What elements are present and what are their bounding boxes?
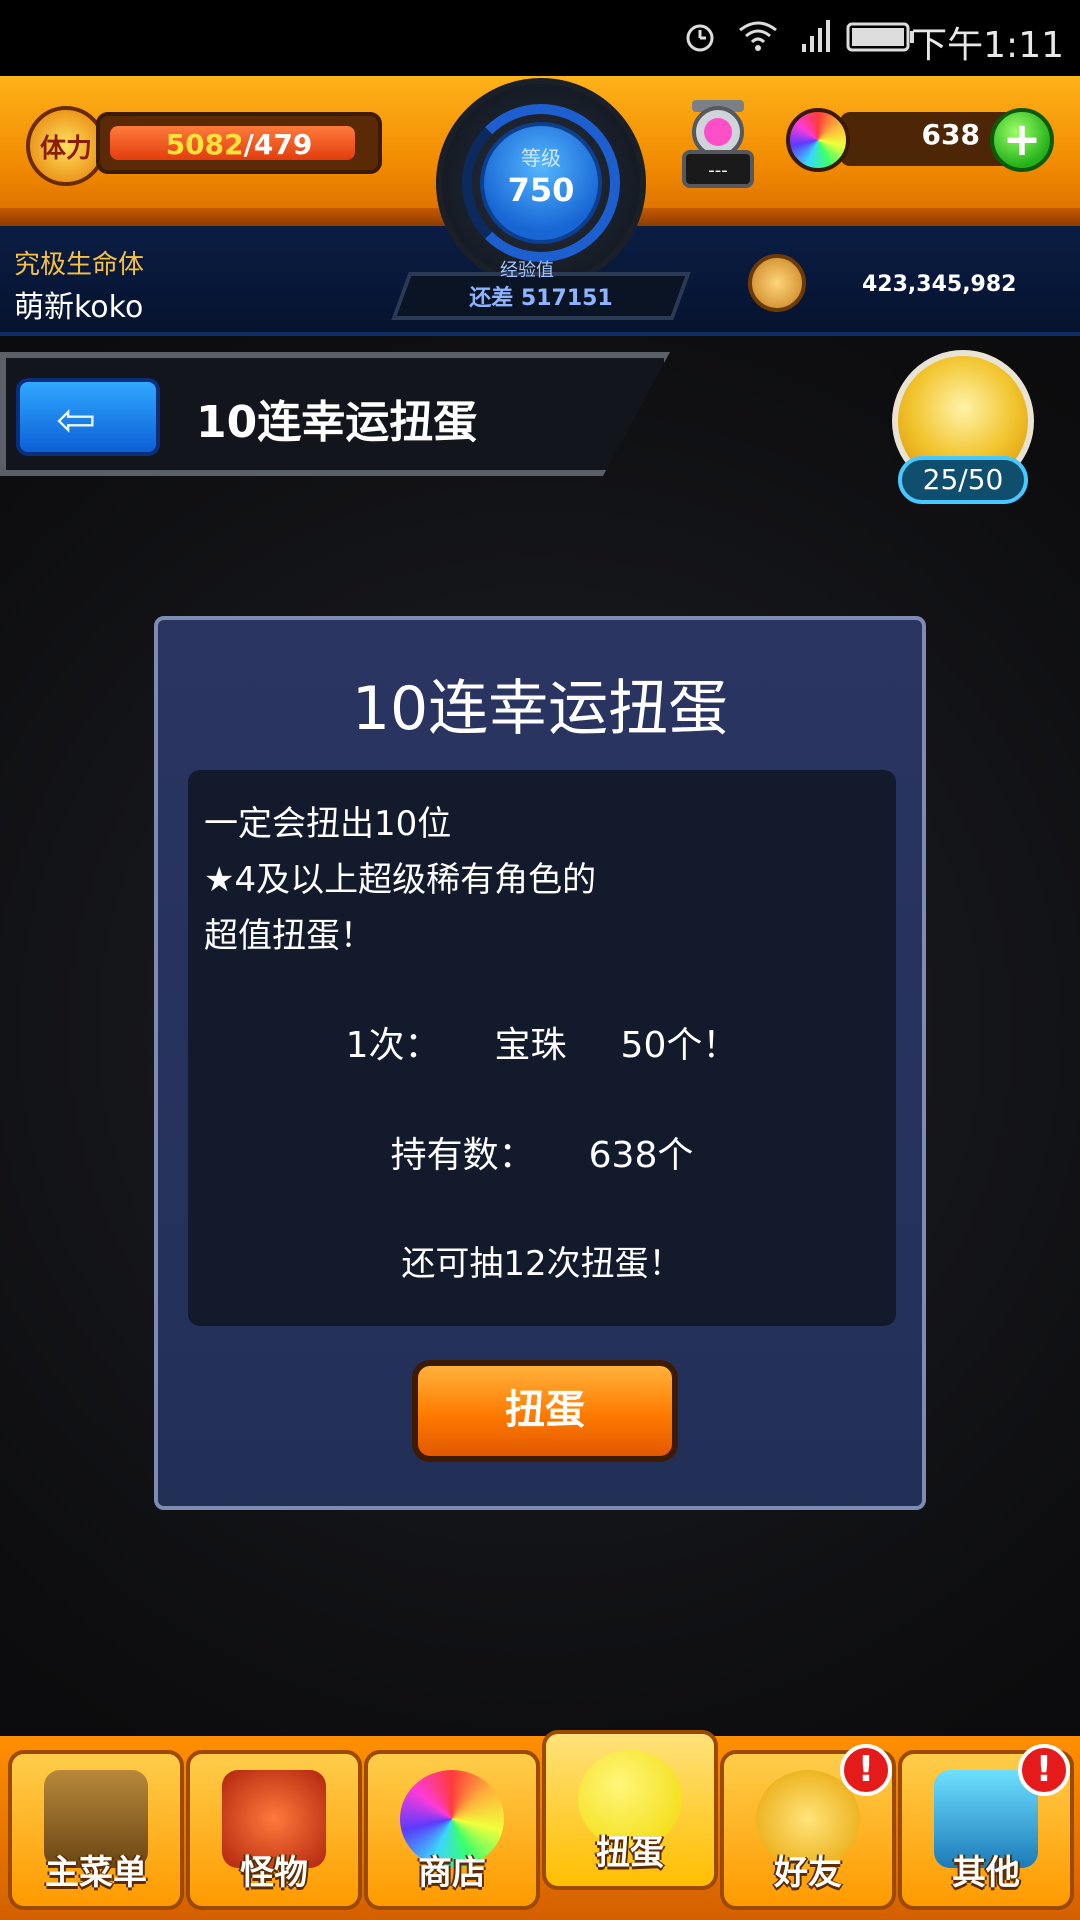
dialog-info-panel: 一定会扭出10位 ★4及以上超级稀有角色的 超值扭蛋！ 1次： 宝珠 50个！ 持有… — [188, 770, 896, 1326]
cost-label: 1次： — [345, 1025, 441, 1066]
remaining-rolls: 还可抽12次扭蛋！ — [401, 1244, 683, 1284]
level-badge: 等级 750 — [480, 122, 602, 244]
cost-item: 宝珠 — [494, 1025, 567, 1066]
stamina-icon: 体力 — [26, 106, 106, 186]
back-button[interactable]: ⇦ — [16, 378, 160, 456]
gem-count: 638 — [921, 118, 980, 151]
nav-other-label: 其他 — [952, 1853, 1020, 1893]
egg-slot-icon[interactable]: --- — [678, 92, 758, 192]
egg-slot-text: --- — [708, 160, 728, 181]
level-label: 等级 — [521, 146, 561, 170]
alarm-icon — [686, 24, 714, 52]
nav-gacha[interactable]: 扭蛋 — [542, 1730, 718, 1890]
stamina-text: 5082/479 — [100, 128, 378, 161]
medal-progress: 25/50 — [898, 456, 1028, 504]
exp-label: 经验值 — [500, 260, 554, 281]
battery-icon — [846, 22, 914, 52]
roll-gacha-button[interactable]: 扭蛋 — [412, 1360, 678, 1462]
dialog-title: 10连幸运扭蛋 — [351, 674, 729, 744]
coin-icon — [748, 254, 806, 312]
nav-gacha-label: 扭蛋 — [596, 1833, 664, 1873]
desc-line-2: ★4及以上超级稀有角色的 — [204, 860, 597, 900]
screen: 下午1:11 体力 5082/479 等级 750 经验值 还差 517151 … — [0, 0, 1080, 1920]
stamina-icon-label: 体力 — [39, 134, 92, 164]
nav-shop[interactable]: 商店 — [364, 1750, 540, 1910]
player-name: 萌新koko — [14, 290, 144, 325]
status-bar: 下午1:11 — [0, 0, 1080, 76]
desc-line-1: 一定会扭出10位 — [204, 804, 452, 844]
owned-label: 持有数： — [390, 1135, 535, 1176]
back-arrow-icon: ⇦ — [56, 392, 97, 448]
coin-count: 423,345,982 — [862, 272, 1017, 297]
gacha-dialog: 10连幸运扭蛋 一定会扭出10位 ★4及以上超级稀有角色的 超值扭蛋！ 1次： 宝… — [154, 616, 926, 1510]
stamina-max: /479 — [243, 128, 313, 161]
dialog-description: 一定会扭出10位 ★4及以上超级稀有角色的 超值扭蛋！ — [204, 796, 596, 964]
signal-icon — [802, 20, 830, 52]
nav-monster[interactable]: 怪物 — [186, 1750, 362, 1910]
owned-amount: 638个 — [588, 1135, 694, 1176]
nav-main-menu-label: 主菜单 — [45, 1853, 147, 1893]
level-value: 750 — [507, 171, 575, 209]
friends-alert-icon: ! — [840, 1744, 892, 1796]
nav-friends-label: 好友 — [774, 1853, 842, 1893]
status-time: 下午1:11 — [911, 25, 1064, 66]
nav-main-menu[interactable]: 主菜单 — [8, 1750, 184, 1910]
nav-shop-label: 商店 — [418, 1853, 486, 1893]
page-title: 10连幸运扭蛋 — [196, 397, 478, 448]
nav-monster-label: 怪物 — [240, 1853, 308, 1893]
cost-line: 1次： 宝珠 50个！ — [188, 1016, 896, 1068]
player-title: 究极生命体 — [14, 250, 145, 280]
desc-line-3: 超值扭蛋！ — [204, 916, 374, 956]
cost-amount: 50个！ — [620, 1025, 739, 1066]
exp-remaining: 还差 517151 — [469, 286, 613, 311]
wifi-icon — [739, 21, 777, 51]
other-alert-icon: ! — [1018, 1744, 1070, 1796]
stamina-bar: 5082/479 — [96, 112, 382, 174]
add-gems-button[interactable]: + — [990, 108, 1054, 172]
stamina-current: 5082 — [165, 128, 244, 161]
owned-line: 持有数： 638个 — [188, 1126, 896, 1178]
